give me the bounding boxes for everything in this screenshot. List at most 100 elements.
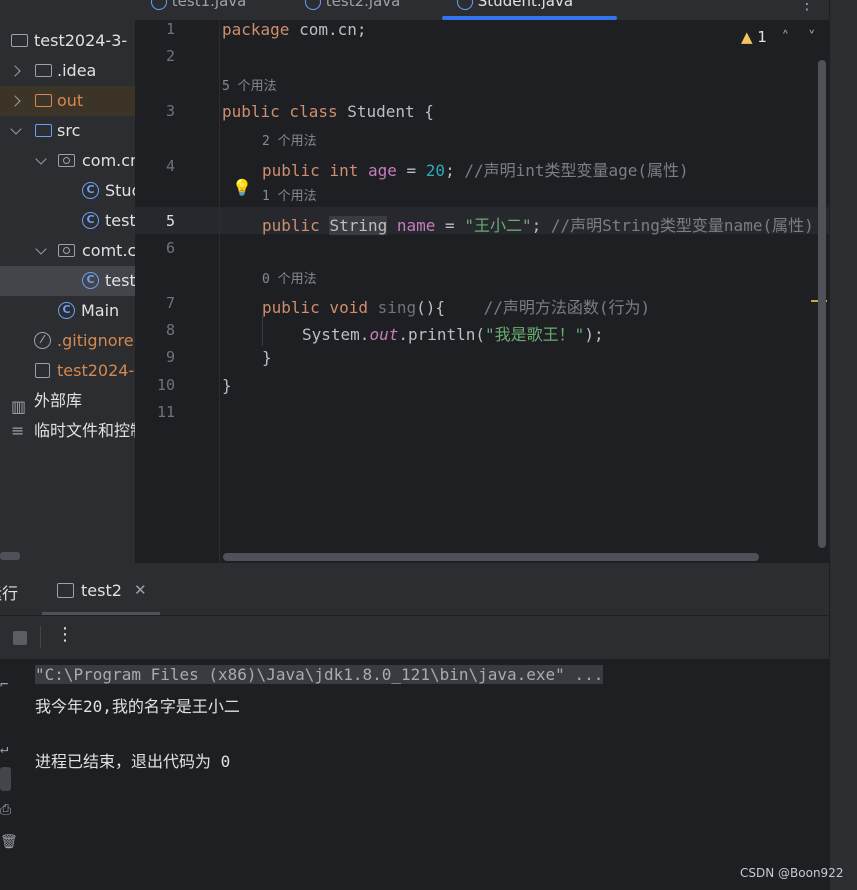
toolbar-divider	[40, 626, 41, 648]
code-text: );	[584, 325, 604, 344]
keyword: int	[329, 161, 359, 180]
tree-item-external-libs[interactable]: ▥ 外部库	[0, 386, 135, 416]
code-text: Student {	[337, 102, 434, 121]
tree-item-test-selected[interactable]: C test	[0, 266, 135, 296]
usages-hint[interactable]: 0 个用法	[262, 268, 317, 287]
tree-item-main[interactable]: C Main	[0, 296, 135, 326]
tree-item-label: com.cn	[82, 151, 135, 170]
code-line-9: }	[262, 348, 272, 367]
chevron-down-icon[interactable]: ˅	[808, 28, 816, 46]
type-name: String	[329, 216, 388, 235]
tab-label: test1.java	[171, 0, 247, 10]
console-line-exit: 进程已结束，退出代码为 0	[35, 752, 231, 771]
keyword: package	[222, 20, 290, 39]
editor-tab-bar: test1.java test2.java Student.java ⋮	[135, 0, 829, 21]
tree-item-label: src	[57, 121, 81, 140]
tab-student[interactable]: Student.java	[457, 0, 573, 16]
warning-icon: ▲	[741, 28, 753, 46]
keyword: public	[262, 216, 320, 235]
code-text: (){	[416, 298, 484, 317]
lightbulb-icon[interactable]: 💡	[232, 178, 252, 197]
source-folder-icon	[35, 124, 52, 137]
tree-item-label: .gitignore	[57, 331, 134, 350]
tree-root[interactable]: test2024-3-	[0, 26, 135, 56]
tab-label: Student.java	[477, 0, 574, 10]
tree-item-label: 临时文件和控制	[34, 421, 135, 440]
chevron-down-icon[interactable]	[10, 123, 22, 135]
more-tabs-icon[interactable]: ⋮	[799, 0, 815, 13]
tree-item-com-cn[interactable]: com.cn	[0, 146, 135, 176]
comment: //声明int类型变量age(属性)	[464, 161, 689, 180]
static-field: out	[369, 325, 399, 344]
line-number: 9	[165, 348, 175, 366]
usages-hint[interactable]: 2 个用法	[262, 130, 317, 149]
scroll-to-end-icon[interactable]	[0, 767, 11, 791]
tree-item-iml[interactable]: test2024-	[0, 356, 135, 386]
close-icon[interactable]: ✕	[134, 581, 147, 599]
tree-item-student[interactable]: C Stud	[0, 176, 135, 206]
console-side-icon[interactable]: ⌐	[0, 677, 8, 693]
line-number: 4	[165, 157, 175, 175]
inspection-widget[interactable]: ▲ 1 ˄ ˅	[741, 28, 815, 46]
chevron-up-icon[interactable]: ˄	[782, 28, 790, 46]
code-text: ;	[445, 161, 465, 180]
code-line-7: public void sing(){ //声明方法函数(行为)	[262, 294, 650, 318]
tree-item-test[interactable]: C test	[0, 206, 135, 236]
run-panel-header: 运行 test2 ✕	[0, 563, 829, 615]
field-name: name	[396, 216, 436, 235]
tree-item-comt-cn[interactable]: comt.cn	[0, 236, 135, 266]
tree-item-label: comt.cn	[82, 241, 135, 260]
usages-hint[interactable]: 5 个用法	[222, 75, 277, 94]
line-number: 8	[165, 321, 175, 339]
chevron-right-icon[interactable]	[9, 95, 21, 107]
tree-item-scratches[interactable]: ≡ 临时文件和控制	[0, 416, 135, 446]
chevron-down-icon[interactable]	[35, 153, 47, 165]
stop-icon[interactable]	[13, 631, 27, 645]
folder-icon	[35, 64, 52, 77]
tree-item-label: Main	[81, 301, 120, 320]
run-panel-title: 运行	[0, 584, 19, 603]
comment: //声明方法函数(行为)	[483, 298, 651, 317]
code-line-3: public class Student {	[222, 102, 434, 121]
tree-item-gitignore[interactable]: ⁄ .gitignore	[0, 326, 135, 356]
class-icon: C	[82, 272, 99, 289]
code-text: =	[396, 161, 426, 180]
line-number: 2	[165, 47, 175, 65]
console-line-command[interactable]: "C:\Program Files (x86)\Java\jdk1.8.0_12…	[35, 665, 604, 684]
tab-test2[interactable]: test2.java	[305, 0, 400, 16]
tree-item-label: test	[105, 211, 135, 230]
code-line-4: public int age = 20; //声明int类型变量age(属性)	[262, 157, 689, 181]
tree-item-out[interactable]: out	[0, 86, 135, 116]
code-editor[interactable]: 1 2 3 4 5 6 7 8 9 10 11 ▲ 1 ˄ ˅ package …	[135, 20, 829, 563]
class-icon	[151, 0, 167, 10]
code-line-1: package com.cn;	[222, 20, 367, 39]
tree-item-label: Stud	[105, 181, 135, 200]
chevron-down-icon[interactable]	[35, 243, 47, 255]
tab-label: test2.java	[325, 0, 401, 10]
tree-item-idea[interactable]: .idea	[0, 56, 135, 86]
project-folder-icon	[11, 34, 28, 47]
indent-guide	[262, 316, 263, 346]
tree-item-src[interactable]: src	[0, 116, 135, 146]
more-options-icon[interactable]: ⋮	[56, 624, 74, 645]
tree-root-label: test2024-3-	[34, 31, 128, 50]
number-literal: 20	[425, 161, 446, 180]
horizontal-scrollbar[interactable]	[223, 553, 759, 561]
inspection-count: 1	[757, 28, 767, 46]
console-output[interactable]: ⌐ ↵ ⎙ 🗑 "C:\Program Files (x86)\Java\jdk…	[0, 659, 829, 890]
usages-hint[interactable]: 1 个用法	[262, 185, 317, 204]
soft-wrap-icon[interactable]: ↵	[0, 741, 8, 757]
watermark: CSDN @Boon922	[740, 866, 844, 880]
print-icon[interactable]: ⎙	[0, 802, 11, 818]
string-literal: "我是歌王！"	[485, 325, 585, 344]
chevron-right-icon[interactable]	[9, 65, 21, 77]
tab-test1[interactable]: test1.java	[151, 0, 246, 16]
run-tab-test2[interactable]: test2 ✕	[42, 571, 160, 615]
tree-item-label: test2024-	[57, 361, 135, 380]
run-tab-label: test2	[81, 581, 122, 600]
file-icon	[35, 363, 50, 378]
tree-scrollbar[interactable]	[0, 552, 20, 560]
line-number: 7	[165, 294, 175, 312]
vertical-scrollbar[interactable]	[818, 60, 826, 548]
trash-icon[interactable]: 🗑	[0, 834, 18, 850]
